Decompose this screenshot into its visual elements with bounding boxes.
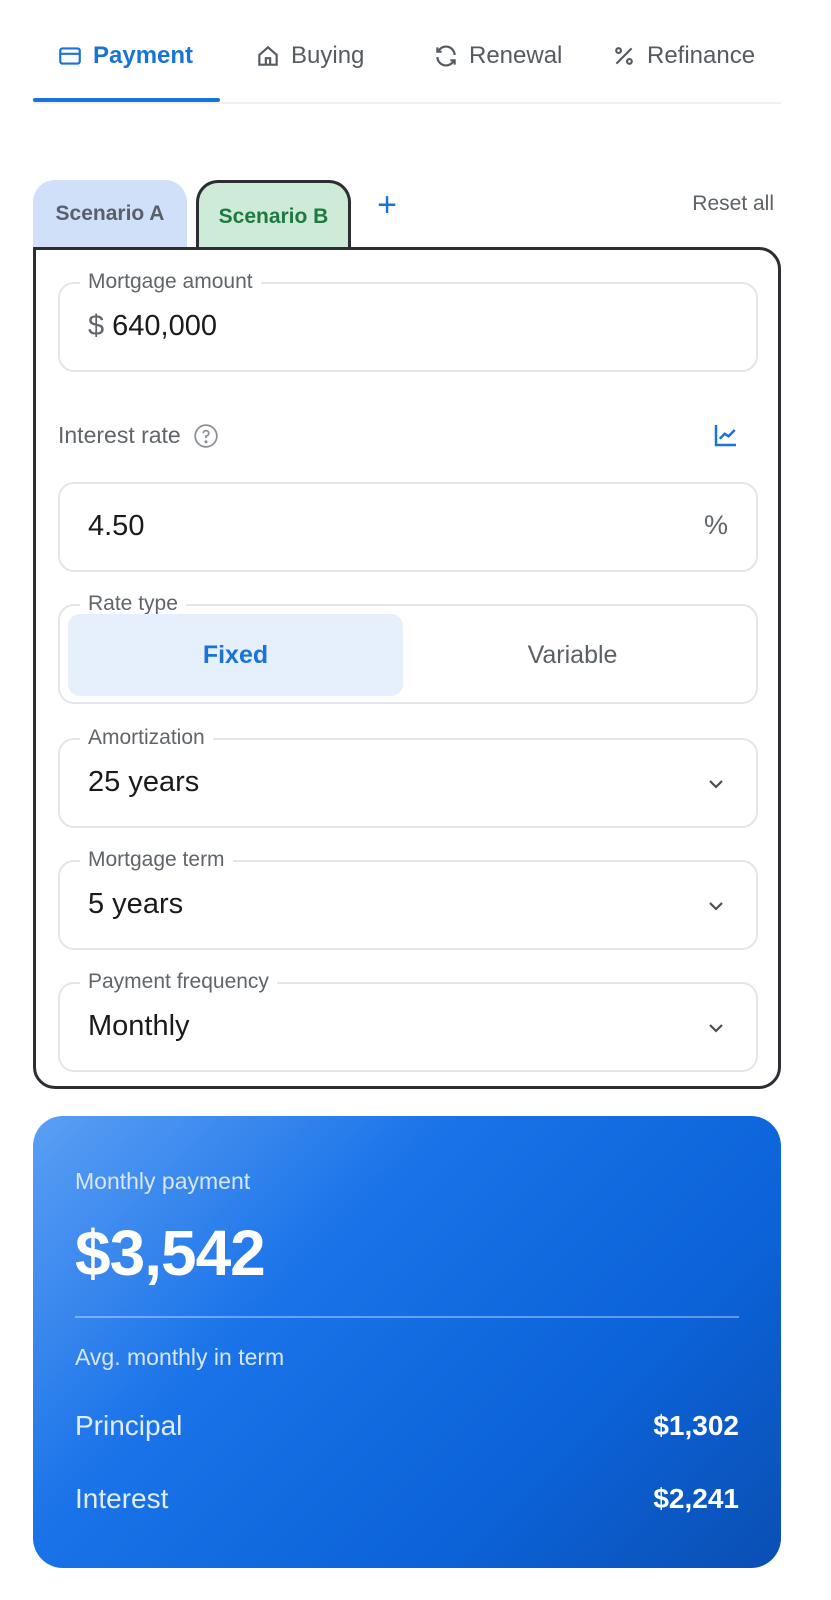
mortgage-amount-input[interactable]: 640,000 bbox=[112, 310, 217, 342]
percent-icon bbox=[615, 47, 633, 65]
tab-renewal[interactable]: Renewal bbox=[433, 36, 562, 76]
amortization-select[interactable]: Amortization 25 years bbox=[58, 726, 758, 828]
scenario-form: Mortgage amount $640,000 Interest rate 4… bbox=[33, 247, 781, 1089]
payment-summary-card: Monthly payment $3,542 Avg. monthly in t… bbox=[33, 1116, 781, 1568]
payment-frequency-label: Payment frequency bbox=[80, 970, 277, 994]
rate-type-field: Rate type Fixed Variable bbox=[58, 592, 758, 704]
interest-label: Interest bbox=[75, 1483, 169, 1514]
help-icon[interactable] bbox=[193, 423, 219, 449]
add-scenario-button[interactable]: + bbox=[370, 188, 404, 222]
amortization-value: 25 years bbox=[88, 766, 200, 798]
mortgage-term-select[interactable]: Mortgage term 5 years bbox=[58, 848, 758, 950]
mortgage-amount-label: Mortgage amount bbox=[80, 270, 261, 294]
tab-payment-label: Payment bbox=[93, 42, 194, 69]
divider bbox=[75, 1316, 739, 1318]
rate-type-label: Rate type bbox=[80, 592, 186, 616]
interest-rate-field[interactable]: 4.50 % bbox=[58, 482, 758, 572]
rate-type-variable-option[interactable]: Variable bbox=[405, 614, 740, 696]
monthly-payment-amount: $3,542 bbox=[75, 1217, 266, 1289]
tab-buying[interactable]: Buying bbox=[255, 36, 364, 76]
active-tab-indicator bbox=[33, 98, 220, 102]
mortgage-term-value: 5 years bbox=[88, 888, 184, 920]
interest-rate-label: Interest rate bbox=[58, 422, 181, 448]
interest-rate-input[interactable]: 4.50 bbox=[88, 510, 144, 543]
mortgage-term-label: Mortgage term bbox=[80, 848, 233, 872]
mode-tabs: Payment Buying Renewal Refinance bbox=[33, 0, 781, 104]
currency-symbol: $ bbox=[88, 310, 105, 342]
scenario-b-tab[interactable]: Scenario B bbox=[196, 180, 351, 250]
chevron-down-icon bbox=[709, 780, 723, 789]
home-icon bbox=[258, 45, 278, 66]
avg-monthly-label: Avg. monthly in term bbox=[75, 1344, 285, 1370]
card-icon bbox=[59, 47, 81, 65]
chevron-down-icon bbox=[709, 902, 723, 911]
principal-row: Principal $1,302 bbox=[75, 1410, 739, 1442]
principal-label: Principal bbox=[75, 1410, 183, 1441]
chevron-down-icon bbox=[709, 1024, 723, 1033]
reset-all-button[interactable]: Reset all bbox=[640, 192, 774, 216]
tab-refinance-label: Refinance bbox=[647, 42, 756, 69]
tab-buying-label: Buying bbox=[291, 42, 365, 69]
monthly-payment-label: Monthly payment bbox=[75, 1168, 251, 1194]
interest-row: Interest $2,241 bbox=[75, 1483, 739, 1515]
tab-renewal-label: Renewal bbox=[469, 42, 563, 69]
refresh-icon bbox=[436, 45, 456, 67]
interest-value: $2,241 bbox=[653, 1483, 739, 1514]
mortgage-amount-field[interactable]: Mortgage amount $640,000 bbox=[58, 270, 758, 372]
scenario-a-tab[interactable]: Scenario A bbox=[33, 180, 187, 250]
interest-rate-heading: Interest rate bbox=[58, 422, 219, 449]
payment-frequency-select[interactable]: Payment frequency Monthly bbox=[58, 970, 758, 1072]
payment-frequency-value: Monthly bbox=[88, 1010, 190, 1042]
tab-refinance[interactable]: Refinance bbox=[611, 36, 755, 76]
rate-type-fixed-option[interactable]: Fixed bbox=[68, 614, 403, 696]
rate-chart-icon[interactable] bbox=[711, 420, 741, 450]
principal-value: $1,302 bbox=[653, 1410, 739, 1441]
percent-unit: % bbox=[703, 510, 728, 540]
tab-payment[interactable]: Payment bbox=[57, 36, 193, 76]
amortization-label: Amortization bbox=[80, 726, 213, 750]
